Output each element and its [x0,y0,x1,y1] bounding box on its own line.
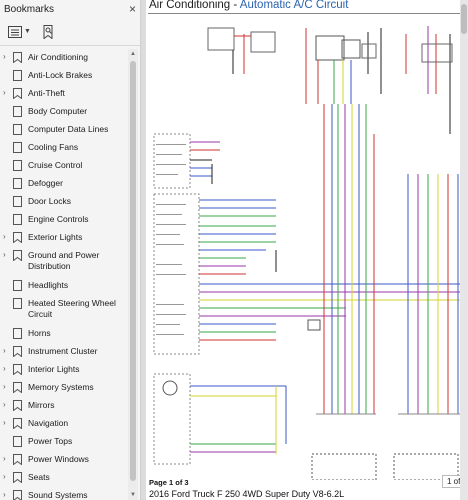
chevron-down-icon: ▼ [24,28,31,35]
bookmark-computer-data-lines[interactable]: Computer Data Lines [0,121,127,139]
bookmark-anti-lock-brakes[interactable]: Anti-Lock Brakes [0,67,127,85]
bookmark-icon [13,250,25,263]
wiring-diagram [153,26,468,480]
chevron-right-icon[interactable]: › [3,232,13,241]
bookmark-icon [13,364,25,377]
bookmark-icon [13,382,25,395]
list-options-icon [8,25,22,38]
bookmark-memory-systems[interactable]: › Memory Systems [0,379,127,397]
chevron-right-icon[interactable]: › [3,346,13,355]
search-bookmark-icon [43,24,53,39]
page-title: Air Conditioning - Automatic A/C Circuit [149,0,349,11]
bookmark-page-icon [13,298,25,311]
close-panel-button[interactable]: × [129,3,136,15]
bookmark-horns[interactable]: Horns [0,325,127,343]
document-footer: 2016 Ford Truck F 250 4WD Super Duty V8-… [149,489,345,499]
bookmark-icon [13,346,25,359]
bookmark-page-icon [13,142,25,155]
bookmark-page-icon [13,214,25,227]
document-scroll-thumb[interactable] [461,4,467,34]
scroll-up-arrow-icon[interactable]: ▲ [129,49,137,59]
bookmark-instrument-cluster[interactable]: › Instrument Cluster [0,343,127,361]
bookmark-headlights[interactable]: Headlights [0,277,127,295]
chevron-right-icon[interactable]: › [3,490,13,499]
page-title-main: Air Conditioning [149,0,231,11]
bookmark-body-computer[interactable]: Body Computer [0,103,127,121]
bookmark-page-icon [13,436,25,449]
bookmark-engine-controls[interactable]: Engine Controls [0,211,127,229]
bookmark-mirrors[interactable]: › Mirrors [0,397,127,415]
bookmark-sound-systems[interactable]: › Sound Systems [0,487,127,500]
bookmark-air-conditioning[interactable]: › Air Conditioning [0,49,127,67]
chevron-right-icon[interactable]: › [3,418,13,427]
bookmark-options-button[interactable]: ▼ [6,23,33,41]
bookmarks-panel: Bookmarks × ▼ › Air Conditioning Anti-Lo… [0,0,141,500]
document-page: Air Conditioning - Automatic A/C Circuit [146,0,468,500]
bookmark-page-icon [13,178,25,191]
bookmark-cruise-control[interactable]: Cruise Control [0,157,127,175]
bookmark-heated-steering-wheel[interactable]: Heated Steering Wheel Circuit [0,295,127,325]
bookmark-power-windows[interactable]: › Power Windows [0,451,127,469]
bookmark-interior-lights[interactable]: › Interior Lights [0,361,127,379]
bookmark-icon [13,88,25,101]
chevron-right-icon[interactable]: › [3,400,13,409]
bookmark-icon [13,454,25,467]
bookmark-page-icon [13,196,25,209]
bookmark-cooling-fans[interactable]: Cooling Fans [0,139,127,157]
bookmark-power-tops[interactable]: Power Tops [0,433,127,451]
bookmarks-toolbar: ▼ [0,18,140,46]
bookmark-page-icon [13,124,25,137]
bookmark-seats[interactable]: › Seats [0,469,127,487]
document-scrollbar[interactable] [460,0,468,500]
bookmark-page-icon [13,328,25,341]
bookmark-icon [13,418,25,431]
scroll-down-arrow-icon[interactable]: ▼ [129,490,137,500]
bookmark-icon [13,490,25,500]
bookmark-icon [13,232,25,245]
bookmarks-header: Bookmarks × [0,0,140,18]
chevron-right-icon[interactable]: › [3,472,13,481]
bookmark-list: › Air Conditioning Anti-Lock Brakes › Anti… [0,49,127,500]
bookmarks-scrollbar[interactable]: ▲ ▼ [128,49,138,500]
chevron-right-icon[interactable]: › [3,88,13,97]
bookmark-defogger[interactable]: Defogger [0,175,127,193]
chevron-right-icon[interactable]: › [3,454,13,463]
bookmark-page-icon [13,70,25,83]
bookmark-icon [13,52,25,65]
bookmarks-title: Bookmarks [4,3,55,15]
bookmarks-scroll-thumb[interactable] [130,61,136,481]
bookmark-ground-and-power[interactable]: › Ground and Power Distribution [0,247,127,277]
chevron-right-icon[interactable]: › [3,52,13,61]
bookmark-navigation[interactable]: › Navigation [0,415,127,433]
chevron-right-icon[interactable]: › [3,382,13,391]
bookmark-exterior-lights[interactable]: › Exterior Lights [0,229,127,247]
pdf-viewer-window: Bookmarks × ▼ › Air Conditioning Anti-Lo… [0,0,468,500]
chevron-right-icon[interactable]: › [3,250,13,259]
page-title-subtitle: Automatic A/C Circuit [239,0,349,11]
find-bookmark-button[interactable] [41,23,57,41]
bookmark-icon [13,400,25,413]
bookmark-page-icon [13,106,25,119]
bookmark-icon [13,472,25,485]
bookmark-page-icon [13,280,25,293]
bookmark-anti-theft[interactable]: › Anti-Theft [0,85,127,103]
bookmark-door-locks[interactable]: Door Locks [0,193,127,211]
document-viewer: Air Conditioning - Automatic A/C Circuit [141,0,468,500]
bookmark-page-icon [13,160,25,173]
page-info-label: Page 1 of 3 [149,478,189,487]
chevron-right-icon[interactable]: › [3,364,13,373]
